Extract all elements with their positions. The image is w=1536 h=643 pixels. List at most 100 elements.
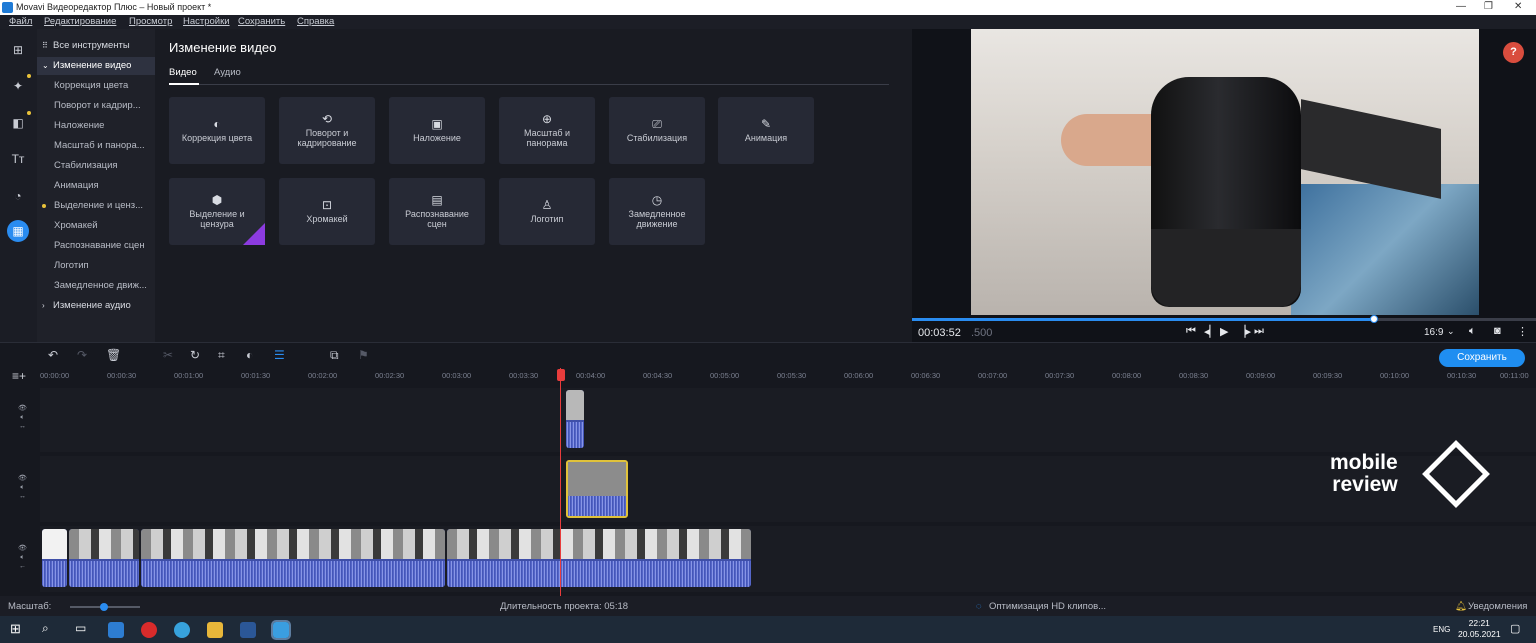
menu-settings[interactable]: Настройки (183, 16, 230, 27)
skip-end-icon[interactable]: ⏭ (1254, 325, 1264, 338)
volume-icon[interactable]: 🔈︎ (1469, 325, 1476, 338)
tile-scene-detect[interactable]: ▤ Распознавание сцен (389, 178, 485, 245)
menu-save[interactable]: Сохранить (238, 16, 285, 27)
sidebar-item-logo[interactable]: Логотип (37, 257, 155, 275)
crop-icon[interactable]: ⌗ (218, 348, 225, 363)
word-icon[interactable] (240, 622, 256, 638)
frame-back-icon[interactable]: ◂▏ (1204, 325, 1218, 338)
sidebar-item-rotate[interactable]: Поворот и кадрир... (37, 97, 155, 115)
tab-video[interactable]: Видео (169, 67, 197, 78)
folder-icon[interactable] (207, 622, 223, 638)
color-adjust-icon[interactable]: ◐ (246, 348, 253, 362)
sidebar-item-pan-zoom[interactable]: Масштаб и панора... (37, 137, 155, 155)
action-center-icon[interactable]: ▢ (1510, 622, 1520, 635)
tile-animation[interactable]: ✎ Анимация (718, 97, 814, 164)
menu-view[interactable]: Просмотр (129, 16, 172, 27)
track-controls[interactable]: 👁︎ 🔈︎ ↔ (18, 474, 27, 501)
track-controls[interactable]: 👁︎ 🔈︎ ↔ (18, 404, 27, 431)
opera-icon[interactable] (141, 622, 157, 638)
timeline-clip[interactable] (42, 529, 67, 587)
sidebar-item-slow-motion[interactable]: Замедленное движ... (37, 277, 155, 295)
tile-censor[interactable]: ⬢ Выделение и цензура (169, 178, 265, 245)
more-icon[interactable]: ⋮ (1517, 325, 1528, 338)
close-icon[interactable]: ✕ (1514, 1, 1522, 12)
scene-icon: ▤ (431, 192, 443, 207)
tile-stabilization[interactable]: ⎚ Стабилизация (609, 97, 705, 164)
add-track-icon[interactable]: ≡+ (12, 369, 26, 383)
frame-forward-icon[interactable]: ▕▸ (1237, 325, 1251, 338)
timeline-clip[interactable] (69, 529, 139, 587)
menu-help[interactable]: Справка (297, 16, 334, 27)
playhead-handle[interactable] (557, 369, 565, 381)
tile-label: Поворот и кадрирование (297, 127, 357, 148)
cut-icon[interactable]: ✂ (163, 348, 173, 362)
tile-logo[interactable]: ♙ Логотип (499, 178, 595, 245)
zoom-slider-thumb[interactable] (100, 603, 108, 611)
clip-properties-icon[interactable]: ☰ (274, 348, 285, 362)
sidebar-item-censor[interactable]: Выделение и ценз... (37, 197, 155, 215)
more-tools-icon[interactable]: ▦ (7, 220, 29, 242)
sidebar-item-video-edit[interactable]: ⌄ Изменение видео (37, 57, 155, 75)
playhead[interactable] (560, 368, 561, 596)
app-icon[interactable] (108, 622, 124, 638)
task-view-icon[interactable]: ▭ (75, 621, 86, 635)
tile-overlay[interactable]: ▣ Наложение (389, 97, 485, 164)
clip-waveform (566, 422, 584, 448)
minimize-icon[interactable]: — (1456, 1, 1466, 12)
rotate-icon[interactable]: ↻ (190, 348, 200, 362)
sidebar-item-color[interactable]: Коррекция цвета (37, 77, 155, 95)
magic-wand-icon[interactable]: ✦ (7, 75, 29, 97)
chevron-down-icon[interactable]: ⌄ (1447, 326, 1455, 337)
timecode: 00:03:52 (918, 327, 961, 339)
trash-icon[interactable]: 🗑︎ (106, 348, 121, 362)
tile-color-correction[interactable]: ◐ Коррекция цвета (169, 97, 265, 164)
sidebar-item-stabilization[interactable]: Стабилизация (37, 157, 155, 175)
import-icon[interactable]: ⊞ (7, 39, 29, 61)
stickers-icon[interactable]: ◔ (7, 185, 29, 207)
video-preview[interactable] (971, 29, 1479, 315)
sidebar-item-animation[interactable]: Анимация (37, 177, 155, 195)
sidebar-all-tools[interactable]: ⠿ Все инструменты (37, 37, 155, 55)
tab-audio[interactable]: Аудио (214, 67, 241, 78)
animation-icon: ✎ (760, 116, 772, 131)
save-button[interactable]: Сохранить (1439, 349, 1525, 367)
keyboard-language[interactable]: ENG (1433, 625, 1450, 634)
play-icon[interactable]: ▶ (1220, 325, 1228, 338)
snapshot-icon[interactable]: ◙ (1494, 325, 1501, 337)
sidebar-item-chromakey[interactable]: Хромакей (37, 217, 155, 235)
tile-chromakey[interactable]: ⊡ Хромакей (279, 178, 375, 245)
preview-pane: ? 00:03:52 .500 ⏮ ◂▏ ▶ ▕▸ ⏭ 16:9 ⌄ 🔈︎ ◙ … (912, 29, 1536, 342)
sidebar-item-scene-detect[interactable]: Распознавание сцен (37, 237, 155, 255)
sidebar-item-audio-edit[interactable]: › Изменение аудио (37, 297, 155, 315)
timeline-clip[interactable] (447, 529, 751, 587)
menu-file[interactable]: Файл (9, 16, 32, 27)
timeline-ruler[interactable]: 00:00:00 00:00:30 00:01:00 00:01:30 00:0… (40, 368, 1536, 384)
skip-start-icon[interactable]: ⏮ (1186, 325, 1196, 338)
search-icon[interactable]: ⌕ (42, 621, 49, 636)
undo-icon[interactable]: ↶ (48, 348, 58, 362)
notifications-link[interactable]: Уведомления (1468, 601, 1527, 612)
tray-clock[interactable]: 22:21 20.05.2021 (1458, 618, 1501, 640)
playback-progress-thumb[interactable] (1369, 315, 1378, 323)
tile-rotate-crop[interactable]: ⟲ Поворот и кадрирование (279, 97, 375, 164)
titles-icon[interactable]: Tт (7, 148, 29, 170)
tile-slow-motion[interactable]: ◷ Замедленное движение (609, 178, 705, 245)
transitions-icon[interactable]: ◧ (7, 112, 29, 134)
track-controls[interactable]: 👁︎ 🔈︎ ← (18, 544, 27, 571)
movavi-icon[interactable] (271, 620, 291, 640)
restore-icon[interactable]: ❐ (1484, 1, 1493, 12)
overlay-tool-icon[interactable]: ⧉ (330, 348, 339, 363)
sidebar-item-overlay[interactable]: Наложение (37, 117, 155, 135)
aspect-ratio-select[interactable]: 16:9 (1424, 327, 1443, 338)
timeline-clip[interactable] (141, 529, 445, 587)
marker-icon[interactable]: ⚑ (358, 348, 369, 362)
start-icon[interactable]: ⊞ (10, 621, 21, 637)
telegram-icon[interactable] (174, 622, 190, 638)
tile-pan-zoom[interactable]: ⊕ Масштаб и панорама (499, 97, 595, 164)
help-button[interactable]: ? (1503, 42, 1524, 63)
timeline-clip[interactable] (566, 390, 584, 448)
bell-icon[interactable]: 🔔︎ (1455, 601, 1467, 612)
timeline-clip-selected[interactable] (566, 460, 628, 518)
redo-icon[interactable]: ↷ (77, 348, 87, 362)
menu-edit[interactable]: Редактирование (44, 16, 116, 27)
